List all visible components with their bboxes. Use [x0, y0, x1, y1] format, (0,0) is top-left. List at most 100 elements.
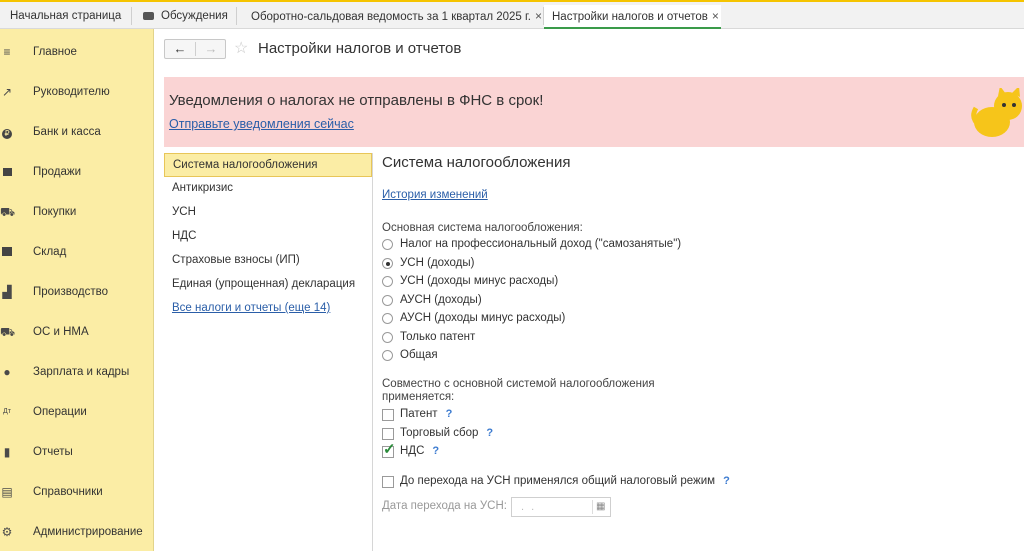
radio-circle	[382, 258, 393, 269]
trend-icon: ↗	[1, 85, 13, 99]
checkbox-box	[382, 428, 394, 440]
sidebar-item-salary[interactable]: ● Зарплата и кадры	[0, 362, 154, 386]
help-icon[interactable]: ?	[486, 427, 493, 439]
main-tax-label: Основная система налогообложения:	[382, 222, 583, 234]
sidebar-item-production[interactable]: ▟ Производство	[0, 282, 154, 306]
person-icon: ●	[3, 365, 11, 379]
tab-osv-report[interactable]: Оборотно-сальдовая ведомость за 1 кварта…	[237, 5, 542, 29]
checkbox-box	[382, 409, 394, 421]
transition-date-input[interactable]: . . ▦	[511, 497, 611, 517]
history-link[interactable]: История изменений	[382, 189, 488, 201]
factory-icon: ▟	[2, 285, 12, 299]
tab-home[interactable]: Начальная страница	[2, 5, 130, 29]
radio-label: АУСН (доходы)	[400, 294, 482, 306]
close-icon[interactable]: ×	[712, 9, 719, 23]
nav-label: Единая (упрощенная) декларация	[172, 278, 356, 290]
warning-banner: Уведомления о налогах не отправлены в ФН…	[164, 77, 1024, 147]
help-icon[interactable]: ?	[446, 408, 453, 420]
sidebar-item-bank[interactable]: ₽ Банк и касса	[0, 122, 154, 146]
send-notifications-link[interactable]: Отправьте уведомления сейчас	[169, 117, 354, 131]
help-icon[interactable]: ?	[723, 475, 730, 487]
divider	[592, 500, 593, 514]
nav-unified-declaration[interactable]: Единая (упрощенная) декларация	[164, 273, 372, 297]
sidebar-item-label: Администрирование	[33, 526, 143, 538]
close-icon[interactable]: ×	[535, 9, 542, 23]
checkbox-text: Патент	[400, 408, 438, 420]
sidebar-item-label: Справочники	[33, 486, 103, 498]
radio-label: АУСН (доходы минус расходы)	[400, 312, 566, 324]
cat-mascot-icon	[971, 88, 1022, 137]
sidebar-item-label: Покупки	[33, 206, 77, 218]
checkbox-text: До перехода на УСН применялся общий нало…	[400, 475, 716, 487]
sidebar-item-admin[interactable]: ⚙ Администрирование	[0, 522, 154, 546]
sidebar-item-sales[interactable]: Продажи	[0, 162, 154, 186]
settings-nav: Система налогообложения Антикризис УСН Н…	[164, 153, 373, 551]
nav-insurance[interactable]: Страховые взносы (ИП)	[164, 249, 372, 273]
help-icon[interactable]: ?	[432, 445, 439, 457]
radio-circle	[382, 276, 393, 287]
calendar-icon[interactable]: ▦	[596, 501, 608, 513]
nav-label: УСН	[172, 206, 196, 218]
sidebar-item-references[interactable]: ▤ Справочники	[0, 482, 154, 506]
sidebar-item-label: Отчеты	[33, 446, 73, 458]
nav-label: Страховые взносы (ИП)	[172, 254, 300, 266]
sidebar-item-label: ОС и НМА	[33, 326, 89, 338]
bag-icon	[0, 165, 14, 179]
nav-usn[interactable]: УСН	[164, 201, 372, 225]
sidebar-item-label: Главное	[33, 46, 77, 58]
checkbox-label: До перехода на УСН применялся общий нало…	[400, 475, 730, 487]
book-icon: ▤	[1, 485, 13, 499]
sidebar-item-purchases[interactable]: ⛟ Покупки	[0, 202, 154, 226]
checkmark-icon: ✓	[383, 441, 396, 458]
favorite-star-icon[interactable]: ☆	[234, 38, 248, 58]
date-placeholder: . .	[521, 501, 537, 513]
sidebar-item-label: Продажи	[33, 166, 82, 178]
checkbox-label: НДС?	[400, 445, 439, 457]
radio-circle	[382, 295, 393, 306]
gear-icon: ⚙	[1, 525, 13, 539]
radio-circle	[382, 350, 393, 361]
chat-icon	[143, 11, 154, 20]
tab-label: Начальная страница	[10, 10, 122, 22]
nav-label: Все налоги и отчеты (еще 14)	[172, 302, 331, 314]
radio-label: Только патент	[400, 331, 476, 343]
banner-heading: Уведомления о налогах не отправлены в ФН…	[169, 92, 544, 109]
forward-button[interactable]: →	[196, 40, 226, 58]
sidebar-item-label: Зарплата и кадры	[33, 366, 130, 378]
truck-icon: ⛟	[0, 325, 16, 339]
nav-buttons: ← →	[164, 39, 226, 59]
nav-label: Система налогообложения	[173, 159, 318, 171]
sidebar-item-warehouse[interactable]: Склад	[0, 242, 154, 266]
tab-discussions[interactable]: Обсуждения	[133, 5, 235, 29]
sidebar-item-main[interactable]: ≡ Главное	[0, 42, 154, 66]
tab-label: Обсуждения	[161, 10, 228, 22]
sidebar-item-label: Склад	[33, 246, 67, 258]
sidebar-item-label: Банк и касса	[33, 126, 101, 138]
cart-icon: ⛟	[0, 205, 16, 219]
tax-system-panel: Система налогообложения История изменени…	[382, 153, 1022, 551]
menu-icon: ≡	[3, 45, 11, 59]
nav-tax-system[interactable]: Система налогообложения	[164, 153, 372, 177]
sidebar-item-label: Руководителю	[33, 86, 110, 98]
dt-kt-icon: Дт	[3, 408, 11, 415]
checkbox-label: Торговый сбор?	[400, 427, 493, 439]
back-button[interactable]: ←	[165, 40, 195, 58]
sidebar: ≡ Главное ↗ Руководителю ₽ Банк и касса …	[0, 29, 154, 551]
combined-label: Совместно с основной системой налогообло…	[382, 378, 655, 390]
checkbox-label: Патент?	[400, 408, 452, 420]
tab-bar: Начальная страница Обсуждения Оборотно-с…	[0, 0, 1024, 29]
warehouse-icon	[0, 245, 14, 259]
sidebar-item-operations[interactable]: Дт Операции	[0, 402, 154, 426]
tab-divider	[131, 7, 132, 25]
nav-all-taxes-link[interactable]: Все налоги и отчеты (еще 14)	[164, 297, 372, 321]
nav-anticrisis[interactable]: Антикризис	[164, 177, 372, 201]
tab-tax-settings[interactable]: Настройки налогов и отчетов ×	[544, 5, 721, 29]
sidebar-item-assets[interactable]: ⛟ ОС и НМА	[0, 322, 154, 346]
sidebar-item-reports[interactable]: ▮ Отчеты	[0, 442, 154, 466]
radio-label: УСН (доходы)	[400, 257, 475, 269]
combined-label-2: применяется:	[382, 391, 455, 403]
nav-vat[interactable]: НДС	[164, 225, 372, 249]
sidebar-item-manager[interactable]: ↗ Руководителю	[0, 82, 154, 106]
radio-label: Общая	[400, 349, 438, 361]
bar-chart-icon: ▮	[3, 445, 11, 459]
